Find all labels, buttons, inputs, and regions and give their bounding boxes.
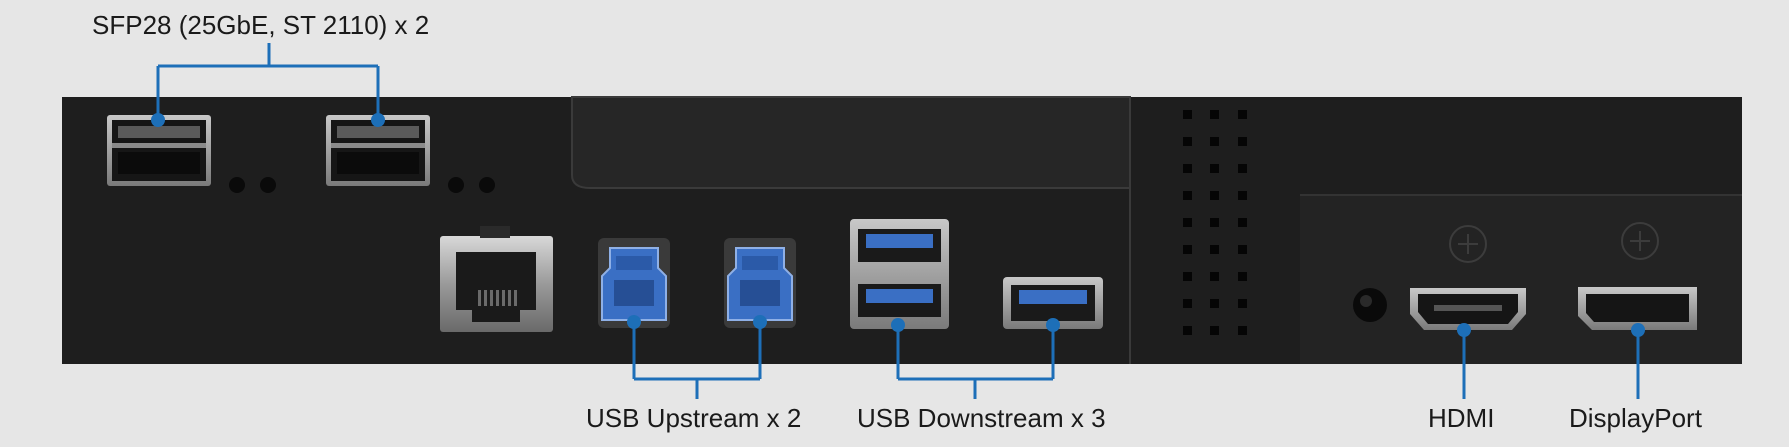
usb-upstream-label: USB Upstream x 2 [586,403,802,433]
usb-a-downstream-stacked-ports [850,219,949,329]
rear-panel-illustration [62,43,1742,399]
usb-downstream-label: USB Downstream x 3 [857,403,1106,433]
sfp28-label: SFP28 (25GbE, ST 2110) x 2 [92,10,430,40]
displayport-label: DisplayPort [1569,403,1702,433]
panel-recess-bay [571,96,1131,189]
usb-b-upstream-port-1 [598,238,670,328]
usb-b-upstream-port-2 [724,238,796,328]
audio-jack [1353,288,1387,322]
hdmi-label: HDMI [1428,403,1495,433]
rj45-lan-port [440,226,553,332]
panel-right-recess [1300,195,1742,364]
rear-panel-diagram: SFP28 (25GbE, ST 2110) x 2 USB Upstream … [0,0,1789,447]
hdmi-port [1410,288,1526,330]
